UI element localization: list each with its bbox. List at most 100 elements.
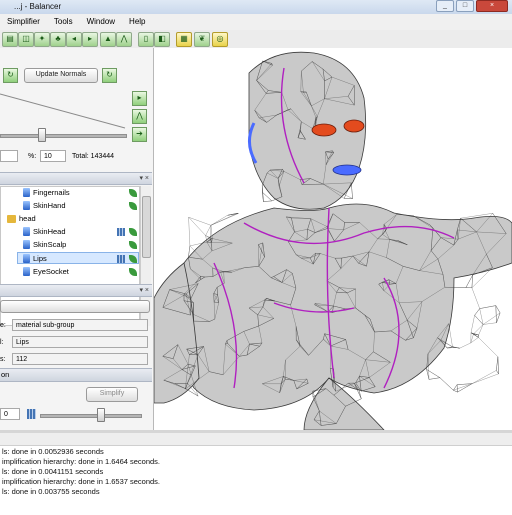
mesh-edge <box>497 313 501 323</box>
mesh-edge <box>480 306 496 309</box>
mesh-grid-icon[interactable] <box>117 255 125 263</box>
visibility-leaf-icon[interactable] <box>129 241 137 249</box>
refresh-icon[interactable]: ↻ <box>3 68 18 83</box>
tree-item-head[interactable]: head <box>1 213 140 225</box>
node-icon <box>23 201 30 210</box>
mesh-edge <box>496 357 498 371</box>
menu-window[interactable]: Window <box>80 14 122 30</box>
node-icon <box>23 188 30 197</box>
leaf-icon[interactable]: ❦ <box>194 32 210 47</box>
reduction-curve <box>0 88 130 138</box>
tree-item-skinhead[interactable]: SkinHead <box>1 226 140 238</box>
mesh-edge <box>479 325 484 336</box>
mesh-edge <box>471 337 479 343</box>
level-field[interactable]: 0 <box>0 408 20 420</box>
cube-icon[interactable]: ◧ <box>154 32 170 47</box>
log-line: ls: done in 0.003755 seconds <box>2 487 100 497</box>
log-line: ls: done in 0.0052936 seconds <box>2 447 104 457</box>
mesh-edge <box>472 275 473 288</box>
tent-small-icon[interactable]: ⋀ <box>132 109 147 124</box>
name-field: Lips <box>12 336 148 348</box>
node-icon <box>23 240 30 249</box>
maximize-button[interactable]: □ <box>456 0 474 12</box>
section-label: on <box>1 370 9 379</box>
tree-item-fingernails[interactable]: Fingernails <box>1 187 140 199</box>
mesh-grid-icon[interactable] <box>27 409 36 419</box>
material-icon[interactable]: ▦ <box>176 32 192 47</box>
panel-controls-icon[interactable]: ▾ × <box>139 286 149 294</box>
menu-tools[interactable]: Tools <box>47 14 80 30</box>
tree-icon[interactable]: ♣ <box>50 32 66 47</box>
menu-bar: Simplifier Tools Window Help <box>0 14 512 31</box>
window-title: ...j - Balancer <box>14 2 61 11</box>
log-line: implification hierarchy: done in 1.6464 … <box>2 457 160 467</box>
mesh-edge <box>483 313 500 325</box>
mesh-edge <box>471 333 478 338</box>
mesh-edge <box>474 325 484 335</box>
tree-item-lips[interactable]: Lips <box>17 252 139 264</box>
update-normals-button[interactable]: Update Normals <box>24 68 98 83</box>
menu-help[interactable]: Help <box>122 14 152 30</box>
menu-simplifier[interactable]: Simplifier <box>0 14 47 30</box>
3d-viewport[interactable] <box>154 48 512 430</box>
log-line: implification hierarchy: done in 1.6537 … <box>2 477 160 487</box>
simplify-section-header: on <box>0 368 152 382</box>
tent-icon[interactable]: ⋀ <box>116 32 132 47</box>
mesh-edge <box>456 348 460 349</box>
visibility-leaf-icon[interactable] <box>129 189 137 197</box>
percent-label: %: <box>28 152 36 162</box>
mesh-edge <box>475 315 484 324</box>
save-icon[interactable]: ◫ <box>18 32 34 47</box>
window-controls: _ □ × <box>436 0 508 12</box>
arrow-left-icon[interactable]: ◂ <box>66 32 82 47</box>
level-slider-thumb[interactable] <box>97 408 105 422</box>
light-icon[interactable]: ◎ <box>212 32 228 47</box>
mesh-edge <box>206 225 211 235</box>
mesh-edge <box>453 390 457 392</box>
mesh-edge <box>189 217 206 235</box>
expand-right-icon[interactable]: ▸ <box>132 91 147 106</box>
mesh-render[interactable] <box>154 48 512 430</box>
arrow-right-icon[interactable]: ▸ <box>82 32 98 47</box>
count-value-field: 112 <box>12 353 148 365</box>
tree-item-eyesocket[interactable]: EyeSocket <box>1 266 140 278</box>
node-icon <box>23 227 30 236</box>
visibility-leaf-icon[interactable] <box>129 255 137 263</box>
minimize-button[interactable]: _ <box>436 0 454 12</box>
reduction-slider-track[interactable] <box>0 134 127 138</box>
mesh-edge <box>351 183 352 199</box>
mesh-edge <box>472 370 496 383</box>
visibility-leaf-icon[interactable] <box>129 228 137 236</box>
folder-icon <box>7 215 16 223</box>
mesh-edge <box>449 324 453 347</box>
visibility-leaf-icon[interactable] <box>129 268 137 276</box>
reduction-slider-thumb[interactable] <box>38 128 46 142</box>
simplify-button[interactable]: Simplify <box>86 387 138 402</box>
mesh-edge <box>471 334 474 343</box>
close-button[interactable]: × <box>476 0 508 12</box>
level-slider-track[interactable] <box>40 414 142 418</box>
cylinder-icon[interactable]: ▯ <box>138 32 154 47</box>
properties-toolbar <box>0 300 150 313</box>
mesh-edge <box>440 378 453 391</box>
count-field[interactable] <box>0 150 18 162</box>
mesh-grid-icon[interactable] <box>117 228 125 236</box>
mesh-icon[interactable]: ▲ <box>100 32 116 47</box>
mesh-edge <box>472 288 480 309</box>
visibility-leaf-icon[interactable] <box>129 202 137 210</box>
panel-controls-icon[interactable]: ▾ × <box>139 174 149 182</box>
model-icon[interactable]: ✦ <box>34 32 50 47</box>
percent-field[interactable]: 10 <box>40 150 66 162</box>
mesh-edge <box>427 369 440 377</box>
total-label: Total: 143444 <box>72 152 114 162</box>
update-normals-label: Update Normals <box>36 71 87 78</box>
tree-item-skinscalp[interactable]: SkinScalp <box>1 239 140 251</box>
title-bar: ...j - Balancer _ □ × <box>0 0 512 14</box>
scrollbar-thumb[interactable] <box>142 196 151 258</box>
arrow-right-small-icon[interactable]: ➔ <box>132 127 147 142</box>
tree-item-skinhand[interactable]: SkinHand <box>1 200 140 212</box>
normals-icon[interactable]: ↻ <box>102 68 117 83</box>
mesh-edge <box>471 333 479 335</box>
mesh-edge <box>475 309 480 316</box>
open-icon[interactable]: ▤ <box>2 32 18 47</box>
